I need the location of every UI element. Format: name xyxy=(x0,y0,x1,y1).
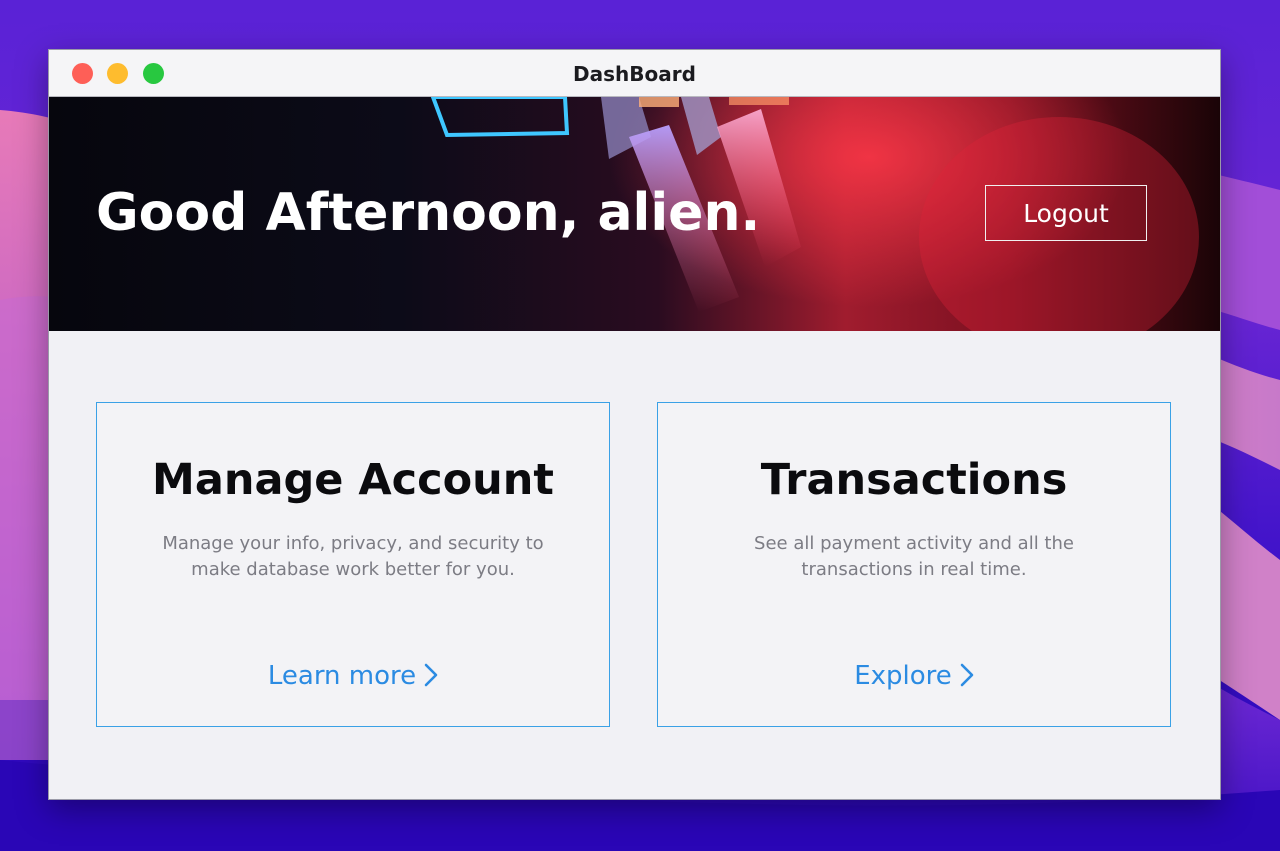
explore-label: Explore xyxy=(854,661,952,691)
dashboard-window: DashBoard Good Afternoon, alien. Logout … xyxy=(48,49,1221,800)
transactions-card: Transactions See all payment activity an… xyxy=(657,402,1171,727)
manage-account-card: Manage Account Manage your info, privacy… xyxy=(96,402,610,727)
explore-link[interactable]: Explore xyxy=(658,661,1170,691)
desktop-wallpaper: DashBoard Good Afternoon, alien. Logout … xyxy=(0,0,1280,851)
card-title: Manage Account xyxy=(152,455,554,505)
chevron-right-icon xyxy=(424,663,438,686)
card-description: See all payment activity and all the tra… xyxy=(754,533,1074,580)
chevron-right-icon xyxy=(960,663,974,686)
learn-more-link[interactable]: Learn more xyxy=(97,661,609,691)
greeting-heading: Good Afternoon, alien. xyxy=(96,183,761,243)
card-title: Transactions xyxy=(760,455,1068,505)
logout-button[interactable]: Logout xyxy=(985,185,1147,241)
card-description: Manage your info, privacy, and security … xyxy=(162,533,544,580)
header-banner: Good Afternoon, alien. Logout xyxy=(49,97,1220,331)
title-bar: DashBoard xyxy=(49,50,1220,97)
window-title: DashBoard xyxy=(573,62,696,86)
learn-more-label: Learn more xyxy=(267,661,417,691)
main-content: Manage Account Manage your info, privacy… xyxy=(49,331,1220,799)
